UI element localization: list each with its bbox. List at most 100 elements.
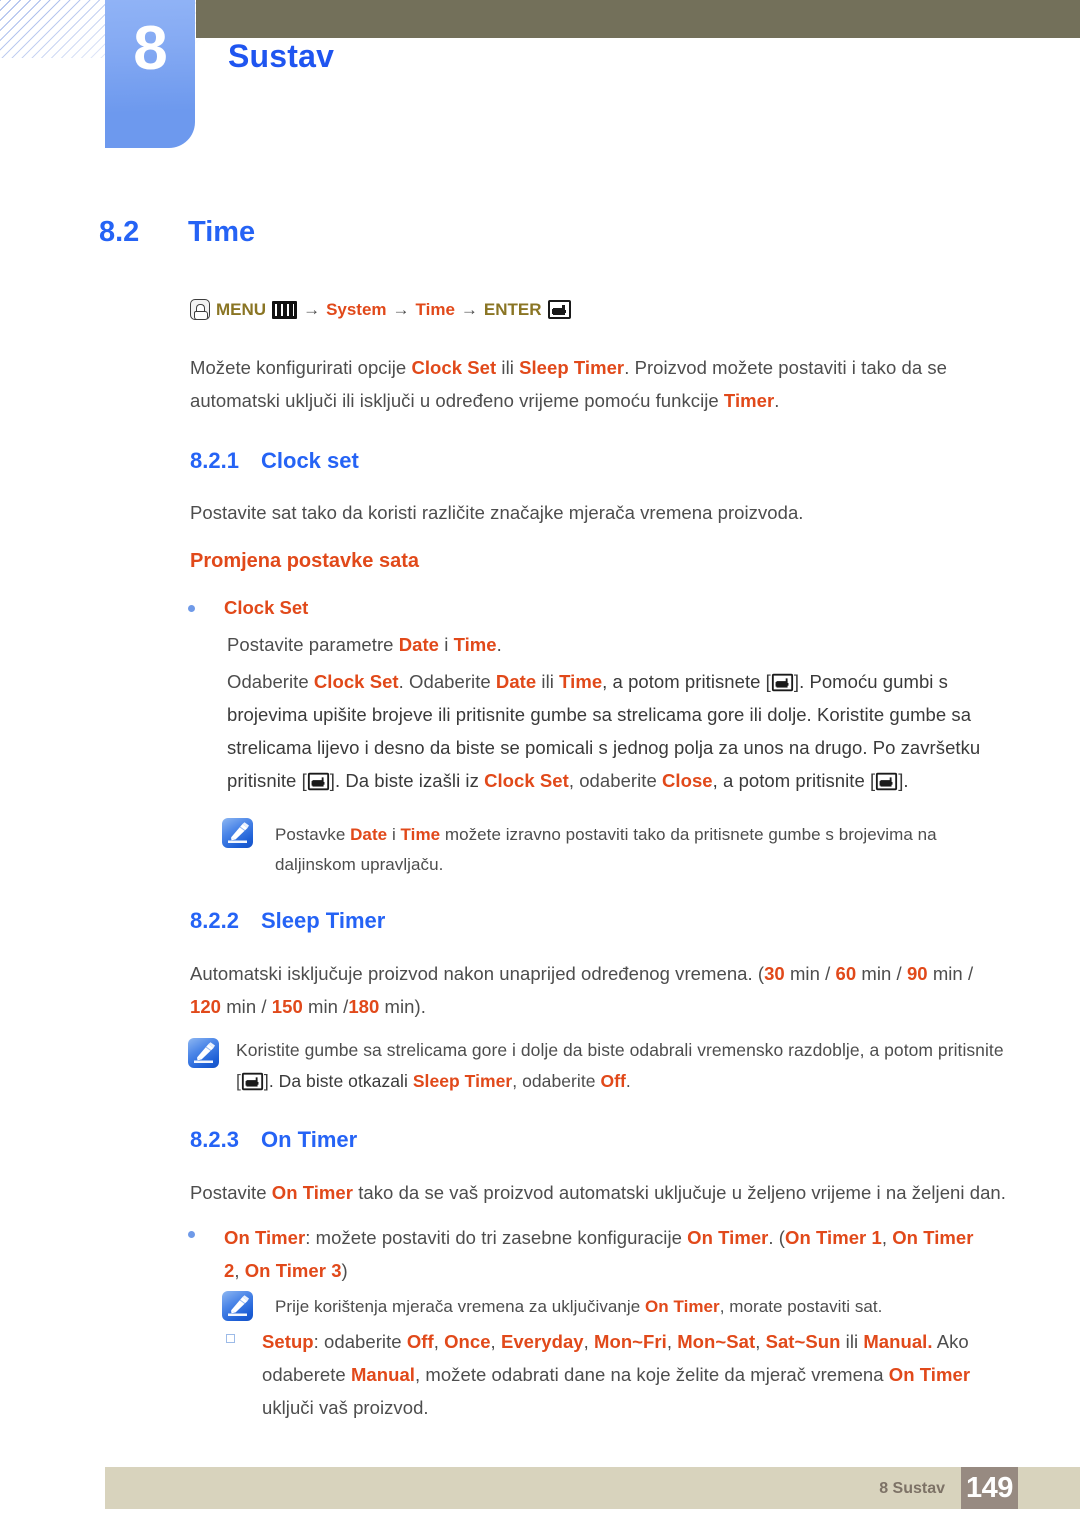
sleep-text-2: min /	[784, 963, 836, 984]
subsection-number-8-2-1: 8.2.1	[190, 448, 239, 473]
intro-term-sleep-timer: Sleep Timer	[519, 357, 625, 378]
setup-option-once: Once	[444, 1331, 491, 1352]
setup-text-1: : odaberite	[313, 1331, 407, 1352]
note2-text-4: .	[625, 1071, 631, 1091]
line2-text-1: Odaberite	[227, 671, 314, 692]
bullet1-text-2: . (	[768, 1227, 786, 1248]
subsection-number-8-2-2: 8.2.2	[190, 908, 239, 933]
footer-page-box: 149	[961, 1467, 1018, 1509]
intro-text-4: .	[774, 390, 780, 411]
clock-set-intro: Postavite sat tako da koristi različite …	[190, 502, 804, 523]
intro-term-timer: Timer	[723, 390, 775, 411]
bullet-square-icon	[226, 1334, 235, 1343]
note3-term-on-timer: On Timer	[645, 1297, 720, 1316]
sleep-text-1: Automatski isključuje proizvod nakon una…	[190, 963, 765, 984]
chapter-number: 8	[133, 14, 167, 83]
menu-path-arrow-1: →	[303, 299, 321, 319]
bullet1-term-on-timer-1: On Timer 1	[785, 1227, 882, 1248]
intro-paragraph: Možete konfigurirati opcije Clock Set il…	[190, 351, 1002, 417]
line1-text-1: Postavite parametre	[227, 634, 399, 655]
subsection-heading-8-2-1: 8.2.1 Clock set	[190, 448, 359, 474]
header-olive-bar	[196, 0, 1080, 38]
line2-text-4: , a potom pritisnete [	[602, 671, 771, 692]
subsection-heading-8-2-2: 8.2.2 Sleep Timer	[190, 908, 385, 934]
line1-term-time: Time	[453, 634, 497, 655]
setup-option-sat-sun: Sat~Sun	[765, 1331, 841, 1352]
bullet1-text-5: )	[341, 1260, 348, 1281]
note2-text-3: , odaberite	[512, 1071, 601, 1091]
section-number: 8.2	[99, 216, 140, 248]
sleep-text-5: min /	[221, 996, 272, 1017]
intro-text-2: ili	[496, 357, 520, 378]
setup-text-2: ,	[433, 1331, 445, 1352]
bullet1-term-1: On Timer	[224, 1227, 306, 1248]
sleep-value-180: 180	[348, 996, 380, 1017]
bullet1-term-2: On Timer	[687, 1227, 769, 1248]
bullet1-text-1: : možete postaviti do tri zasebne konfig…	[305, 1227, 688, 1248]
clock-set-subheading: Promjena postavke sata	[190, 550, 419, 572]
sleep-value-60: 60	[835, 963, 857, 984]
press-button-icon	[190, 299, 210, 320]
setup-bullet: Setup: odaberite Off, Once, Everyday, Mo…	[262, 1325, 1007, 1424]
setup-text-4: ,	[583, 1331, 595, 1352]
intro-term-clock-set: Clock Set	[411, 357, 497, 378]
setup-text-7: ili	[840, 1331, 864, 1352]
note-text-2: Koristite gumbe sa strelicama gore i dol…	[236, 1035, 1008, 1097]
sleep-text-6: min /	[302, 996, 349, 1017]
menu-path-arrow-3: →	[460, 299, 478, 319]
note1-term-date: Date	[350, 825, 388, 844]
line2-text-7: , odaberite	[568, 770, 663, 791]
setup-option-everyday: Everyday	[500, 1331, 584, 1352]
clock-set-line-2: Odaberite Clock Set. Odaberite Date ili …	[227, 665, 1012, 797]
note3-text-1: Prije korištenja mjerača vremena za uklj…	[275, 1297, 645, 1316]
sleep-value-90: 90	[906, 963, 928, 984]
enter-key-icon	[307, 772, 329, 791]
menu-path-item-time: Time	[415, 299, 455, 319]
note1-text-2: i	[387, 825, 401, 844]
line2-text-3: ili	[536, 671, 560, 692]
setup-term-setup: Setup	[262, 1331, 314, 1352]
ontimer-intro-text-2: tako da se vaš proizvod automatski uklju…	[353, 1182, 1006, 1203]
line1-term-date: Date	[398, 634, 440, 655]
sleep-timer-body: Automatski isključuje proizvod nakon una…	[190, 957, 1008, 1023]
bullet-dot-icon	[188, 1231, 195, 1238]
menu-path: MENU → System → Time → ENTER	[190, 299, 571, 320]
line2-term-close: Close	[662, 770, 713, 791]
note-text-1: Postavke Date i Time možete izravno post…	[275, 820, 1008, 880]
subsection-heading-8-2-3: 8.2.3 On Timer	[190, 1127, 357, 1153]
subsection-title-8-2-3: On Timer	[261, 1127, 358, 1152]
note-pencil-icon	[188, 1038, 219, 1068]
sleep-value-150: 150	[271, 996, 303, 1017]
line2-term-clock-set: Clock Set	[313, 671, 399, 692]
setup-text-5: ,	[666, 1331, 678, 1352]
note-text-3: Prije korištenja mjerača vremena za uklj…	[275, 1292, 1008, 1322]
intro-text-1: Možete konfigurirati opcije	[190, 357, 412, 378]
setup-option-manual: Manual.	[863, 1331, 933, 1352]
enter-key-icon	[241, 1072, 264, 1091]
setup-term-on-timer: On Timer	[888, 1364, 971, 1385]
note1-term-time: Time	[400, 825, 441, 844]
footer-chapter-label: 8 Sustav	[879, 1480, 945, 1497]
line1-text-3: .	[496, 634, 502, 655]
line2-text-9: ].	[898, 770, 909, 791]
note1-text-1: Postavke	[275, 825, 351, 844]
menu-path-arrow-2: →	[392, 299, 410, 319]
bullet1-term-on-timer-3: On Timer 3	[244, 1260, 342, 1281]
setup-option-mon-fri: Mon~Fri	[594, 1331, 667, 1352]
enter-key-icon	[876, 772, 898, 791]
section-title: Time	[188, 216, 256, 248]
enter-key-icon	[547, 300, 571, 319]
menu-path-item-system: System	[326, 299, 387, 319]
line2-term-clock-set-2: Clock Set	[484, 770, 569, 791]
clock-set-line-1: Postavite parametre Date i Time.	[227, 628, 1007, 661]
note2-text-2: ]. Da biste otkazali	[263, 1071, 413, 1091]
menu-path-menu-label: MENU	[216, 299, 267, 319]
subsection-number-8-2-3: 8.2.3	[190, 1127, 239, 1152]
note2-term-sleep-timer: Sleep Timer	[412, 1071, 513, 1091]
menu-path-enter-label: ENTER	[483, 299, 542, 319]
subsection-title-8-2-1: Clock set	[261, 448, 359, 473]
sleep-text-4: min /	[927, 963, 974, 984]
setup-text-9: , možete odabrati dane na koje želite da…	[415, 1364, 889, 1385]
subsection-title-8-2-2: Sleep Timer	[261, 908, 386, 933]
line1-text-2: i	[439, 634, 454, 655]
